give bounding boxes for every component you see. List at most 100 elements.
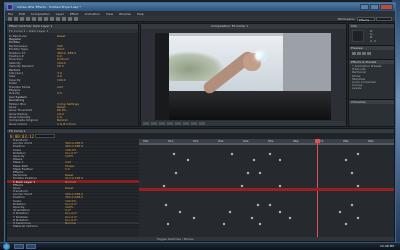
keyframe[interactable] bbox=[268, 203, 272, 207]
keyframe[interactable] bbox=[186, 158, 190, 162]
keyframe[interactable] bbox=[344, 222, 348, 226]
keyframe-lane bbox=[139, 171, 394, 175]
keyframe[interactable] bbox=[178, 210, 182, 213]
eraser-tool-icon[interactable] bbox=[68, 17, 72, 21]
timeline-tab[interactable]: FX Comp 1 bbox=[7, 129, 394, 133]
keyframe[interactable] bbox=[350, 203, 354, 207]
timeline-graph[interactable]: 00s 01s 02s 03s 04s 05s 06s 07s 08s 09s bbox=[139, 139, 394, 237]
timeline-row-value[interactable]: 5.0 bbox=[65, 167, 70, 171]
puppet-tool-icon[interactable] bbox=[74, 17, 78, 21]
taskbar-item-explorer[interactable] bbox=[14, 244, 24, 249]
title-bar[interactable]: Adobe After Effects - Untitled Project.a… bbox=[5, 3, 395, 11]
menu-item-edit[interactable]: Edit bbox=[19, 12, 25, 16]
keyframe[interactable] bbox=[288, 216, 292, 220]
menu-item-file[interactable]: File bbox=[8, 12, 13, 16]
effect-property-label: Glow Colors bbox=[9, 121, 27, 126]
rotate-tool-icon[interactable] bbox=[26, 17, 30, 21]
menu-item-composition[interactable]: Composition bbox=[31, 12, 50, 16]
maximize-button[interactable] bbox=[370, 4, 379, 10]
effect-property-row[interactable]: Glow Colors A & B Colors bbox=[9, 121, 136, 126]
camera-tool-icon[interactable] bbox=[32, 17, 36, 21]
keyframe[interactable] bbox=[258, 171, 262, 175]
menu-item-effect[interactable]: Effect bbox=[70, 12, 79, 16]
composition-tab[interactable]: Composition: FX Comp 1 bbox=[141, 24, 346, 29]
snapshot-icon[interactable] bbox=[151, 122, 157, 125]
effect-controls-panel: Effect Controls: Dark Layer 1 FX Comp 1 … bbox=[6, 23, 139, 127]
effect-property-value[interactable]: Reset bbox=[57, 34, 65, 38]
start-button[interactable] bbox=[3, 243, 10, 250]
keyframe[interactable] bbox=[164, 203, 168, 207]
timeline-row-value[interactable]: Normal bbox=[65, 180, 76, 184]
timeline-row-value[interactable]: Reset bbox=[65, 186, 73, 190]
pan-behind-tool-icon[interactable] bbox=[38, 17, 42, 21]
composition-frame-image[interactable] bbox=[155, 33, 331, 120]
keyframe[interactable] bbox=[174, 171, 178, 175]
keyframe[interactable] bbox=[172, 152, 176, 156]
keyframe[interactable] bbox=[356, 152, 360, 156]
selected-layer-duration-bar[interactable] bbox=[139, 187, 394, 191]
keyframe[interactable] bbox=[278, 158, 282, 162]
menu-item-help[interactable]: Help bbox=[137, 12, 144, 16]
zoom-dropdown[interactable] bbox=[143, 122, 149, 125]
timeline-panel: FX Comp 1 0:00:03:12 Transform Anchor Poi… bbox=[6, 128, 395, 242]
menu-item-layer[interactable]: Layer bbox=[56, 12, 64, 16]
info-tab[interactable]: Info bbox=[349, 24, 394, 28]
clone-tool-icon[interactable] bbox=[62, 17, 66, 21]
info-panel: Info R: G: B: A: 0 bbox=[349, 24, 394, 46]
region-icon[interactable] bbox=[175, 122, 181, 125]
keyframe[interactable] bbox=[268, 152, 272, 156]
menu-item-animation[interactable]: Animation bbox=[85, 12, 100, 16]
channel-icon[interactable] bbox=[159, 122, 165, 125]
timeline-row-value[interactable]: Normal bbox=[65, 221, 76, 225]
menu-item-window[interactable]: Window bbox=[119, 12, 131, 16]
effect-property-value[interactable]: Add bbox=[57, 85, 63, 89]
keyframe[interactable] bbox=[230, 152, 234, 156]
keyframe[interactable] bbox=[250, 216, 254, 220]
last-frame-icon[interactable] bbox=[362, 52, 366, 55]
text-tool-icon[interactable] bbox=[50, 17, 54, 21]
pen-tool-icon[interactable] bbox=[44, 17, 48, 21]
zoom-tool-icon[interactable] bbox=[20, 17, 24, 21]
resolution-dropdown[interactable] bbox=[167, 122, 173, 125]
toggle-switches-modes[interactable]: Toggle Switches / Modes bbox=[157, 237, 194, 241]
keyframe[interactable] bbox=[344, 158, 348, 162]
keyframe[interactable] bbox=[228, 210, 232, 213]
workspace-select[interactable]: Effects bbox=[357, 17, 375, 22]
ram-preview-icon[interactable] bbox=[367, 52, 371, 55]
selection-tool-icon[interactable] bbox=[8, 17, 12, 21]
keyframe[interactable] bbox=[278, 210, 282, 213]
keyframe[interactable] bbox=[256, 203, 260, 207]
effect-property-value[interactable]: A & B Colors bbox=[57, 122, 76, 126]
view-dropdown[interactable] bbox=[191, 122, 197, 125]
keyframe[interactable] bbox=[252, 158, 256, 162]
minimize-button[interactable] bbox=[360, 4, 369, 10]
timeline-row-value[interactable]: 100% bbox=[65, 154, 74, 158]
keyframe[interactable] bbox=[350, 171, 354, 175]
keyframe[interactable] bbox=[246, 171, 250, 175]
fast-preview-icon[interactable] bbox=[199, 122, 205, 125]
hand-tool-icon[interactable] bbox=[14, 17, 18, 21]
search-help-input[interactable] bbox=[376, 17, 392, 21]
taskbar-item-after-effects[interactable] bbox=[26, 244, 36, 249]
work-area-bar[interactable] bbox=[139, 143, 394, 145]
keyframe[interactable] bbox=[258, 222, 262, 226]
keyframe[interactable] bbox=[192, 216, 196, 220]
keyframe[interactable] bbox=[166, 222, 170, 226]
transparency-grid-icon[interactable] bbox=[183, 122, 189, 125]
play-icon[interactable] bbox=[357, 52, 361, 55]
first-frame-icon[interactable] bbox=[352, 52, 356, 55]
effect-property-value[interactable]: 100.0 bbox=[57, 78, 66, 82]
keyframe[interactable] bbox=[338, 210, 342, 213]
keyframe[interactable] bbox=[356, 216, 360, 220]
effects-presets-item[interactable]: Levels bbox=[349, 86, 394, 89]
current-time-indicator-head[interactable] bbox=[315, 139, 320, 143]
close-button[interactable] bbox=[380, 4, 393, 10]
effect-property-value[interactable]: 20.0 bbox=[57, 64, 64, 68]
character-tab[interactable]: Character bbox=[349, 100, 394, 104]
brush-tool-icon[interactable] bbox=[56, 17, 60, 21]
menu-item-view[interactable]: View bbox=[106, 12, 113, 16]
keyframe[interactable] bbox=[222, 222, 226, 226]
effect-property-value[interactable]: 0.0 bbox=[57, 91, 62, 95]
timeline-property-row[interactable]: Material Options bbox=[7, 224, 139, 229]
effect-property-list: fx Particular Reset Register Emitter Particl… bbox=[9, 34, 136, 126]
